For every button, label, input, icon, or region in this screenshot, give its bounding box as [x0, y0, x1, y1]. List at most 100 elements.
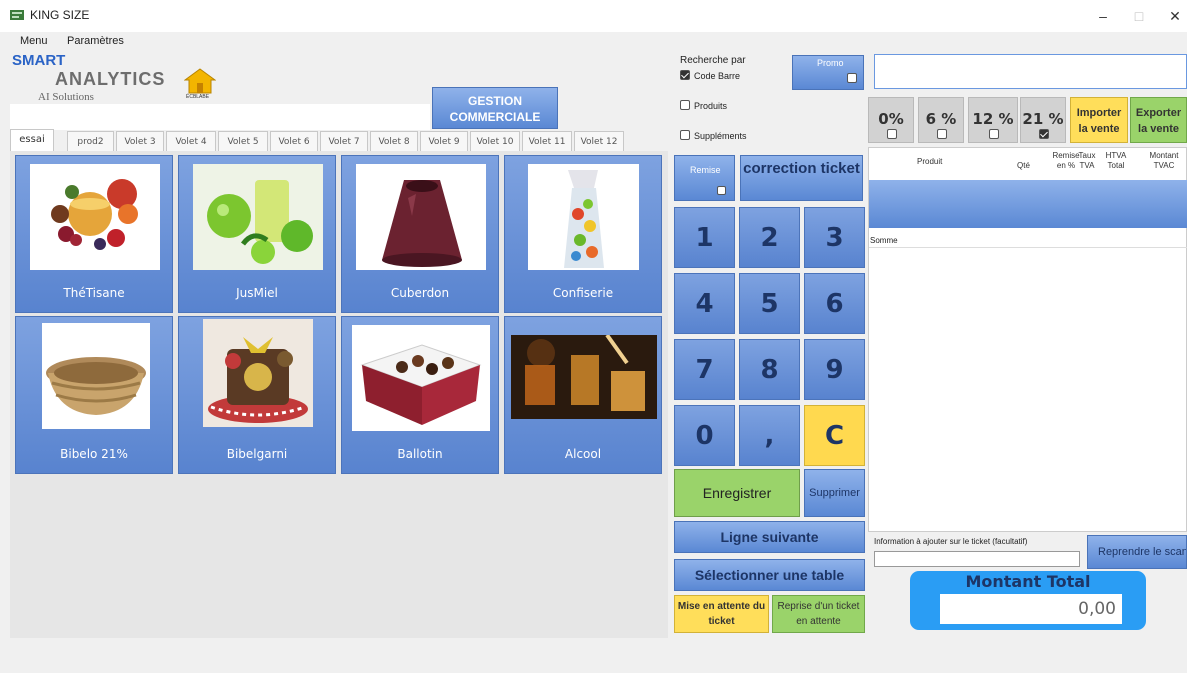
tab-volet-4[interactable]: Volet 4: [166, 131, 216, 152]
reprendre-scan-button[interactable]: Reprendre le scan: [1087, 535, 1187, 569]
checkbox-icon: [680, 100, 690, 110]
tva-0-checkbox[interactable]: [887, 129, 897, 139]
selectionner-table-button[interactable]: Sélectionner une table: [674, 559, 865, 591]
product-cuberdon[interactable]: Cuberdon: [341, 155, 499, 313]
promo-button[interactable]: Promo: [792, 55, 864, 90]
tva-6-button[interactable]: 6 %: [918, 97, 964, 143]
app-icon: [10, 10, 24, 20]
product-ballotin[interactable]: Ballotin: [341, 316, 499, 474]
key-2[interactable]: 2: [739, 207, 800, 268]
import-line2: la vente: [1078, 123, 1120, 135]
remise-button[interactable]: Remise: [674, 155, 735, 201]
tva-6-checkbox[interactable]: [937, 129, 947, 139]
product-alcool[interactable]: Alcool: [504, 316, 662, 474]
tab-prod2[interactable]: prod2: [67, 131, 114, 152]
tab-volet-11[interactable]: Volet 11: [522, 131, 572, 152]
juice-apples-image: [193, 164, 323, 270]
column-header-taux: Taux TVA: [1078, 151, 1096, 170]
export-line1: Exporter: [1135, 107, 1182, 119]
key-clear[interactable]: C: [804, 405, 865, 466]
code-barre-checkbox[interactable]: Code Barre: [680, 70, 740, 81]
tab-essai[interactable]: essai: [10, 129, 54, 152]
enregistrer-button[interactable]: Enregistrer: [674, 469, 800, 517]
tab-volet-12[interactable]: Volet 12: [574, 131, 624, 152]
tab-volet-8[interactable]: Volet 8: [370, 131, 418, 152]
product-label: Confiserie: [552, 286, 614, 300]
product-bibelo-21[interactable]: Bibelo 21%: [15, 316, 173, 474]
key-8[interactable]: 8: [739, 339, 800, 400]
produits-label: Produits: [694, 101, 728, 111]
key-4[interactable]: 4: [674, 273, 735, 334]
tab-volet-10[interactable]: Volet 10: [470, 131, 520, 152]
key-9[interactable]: 9: [804, 339, 865, 400]
ligne-suivante-button[interactable]: Ligne suivante: [674, 521, 865, 553]
code-barre-label: Code Barre: [694, 71, 741, 81]
gift-basket-image: [203, 319, 313, 427]
tva-label: 0%: [878, 110, 904, 128]
product-the-tisane[interactable]: ThéTisane: [15, 155, 173, 313]
column-header-produit: Produit: [917, 157, 943, 166]
promo-checkbox[interactable]: [847, 73, 857, 83]
import-sale-button[interactable]: Importer la vente: [1070, 97, 1128, 143]
reprise-ticket-button[interactable]: Reprise d'un ticket en attente: [772, 595, 865, 633]
basket-image: [42, 323, 150, 429]
liquor-glass-image: [511, 333, 657, 419]
tva-12-checkbox[interactable]: [989, 129, 999, 139]
logo-smart: SMART: [12, 52, 66, 69]
remise-label: Remise: [690, 165, 721, 175]
export-sale-button[interactable]: Exporter la vente: [1130, 97, 1187, 143]
home-label: ÉCBLABE: [186, 94, 210, 100]
tva-12-button[interactable]: 12 %: [968, 97, 1018, 143]
product-label: Alcool: [564, 447, 602, 461]
supplements-label: Suppléments: [694, 131, 747, 141]
ticket-info-input[interactable]: [874, 551, 1080, 567]
ticket-selected-row[interactable]: [869, 180, 1187, 228]
maximize-button[interactable]: □: [1122, 4, 1156, 28]
product-label: Cuberdon: [390, 286, 450, 300]
key-comma[interactable]: ,: [739, 405, 800, 466]
tab-volet-3[interactable]: Volet 3: [116, 131, 164, 152]
minimize-button[interactable]: –: [1086, 4, 1120, 28]
tab-volet-6[interactable]: Volet 6: [270, 131, 318, 152]
close-button[interactable]: ✕: [1158, 4, 1187, 28]
menu-item-menu[interactable]: Menu: [20, 35, 48, 47]
tva-0-button[interactable]: 0%: [868, 97, 914, 143]
key-7[interactable]: 7: [674, 339, 735, 400]
tva-21-checkbox[interactable]: [1039, 129, 1049, 139]
product-bibelgarni[interactable]: Bibelgarni: [178, 316, 336, 474]
tab-volet-7[interactable]: Volet 7: [320, 131, 368, 152]
key-1[interactable]: 1: [674, 207, 735, 268]
key-0[interactable]: 0: [674, 405, 735, 466]
montant-total-label: Montant Total: [965, 572, 1091, 591]
checkbox-icon: [680, 130, 690, 140]
chocolate-box-image: [352, 325, 490, 431]
key-3[interactable]: 3: [804, 207, 865, 268]
tab-volet-9[interactable]: Volet 9: [420, 131, 468, 152]
remise-checkbox[interactable]: [717, 186, 726, 195]
tva-21-button[interactable]: 21 %: [1020, 97, 1066, 143]
supplements-checkbox[interactable]: Suppléments: [680, 130, 747, 141]
logo-tagline: AI Solutions: [38, 91, 94, 103]
key-6[interactable]: 6: [804, 273, 865, 334]
divider: [869, 247, 1187, 248]
correction-ticket-button[interactable]: correction ticket: [740, 155, 863, 201]
candy-bag-image: [528, 164, 639, 270]
mise-en-attente-button[interactable]: Mise en attente du ticket: [674, 595, 769, 633]
import-line1: Importer: [1076, 107, 1122, 119]
gestion-commerciale-button[interactable]: GESTION COMMERCIALE: [432, 87, 558, 129]
product-label: Ballotin: [397, 447, 443, 461]
product-label: ThéTisane: [63, 286, 125, 300]
produits-checkbox[interactable]: Produits: [680, 100, 727, 111]
tva-label: 12 %: [972, 110, 1014, 128]
product-panel: ThéTisane JusMiel Cuberdon Confiserie Bi…: [10, 151, 668, 638]
tab-volet-5[interactable]: Volet 5: [218, 131, 268, 152]
product-label: JusMiel: [236, 286, 278, 300]
menu-item-parametres[interactable]: Paramètres: [67, 35, 124, 47]
product-jus-miel[interactable]: JusMiel: [178, 155, 336, 313]
key-5[interactable]: 5: [739, 273, 800, 334]
home-icon[interactable]: [184, 68, 216, 94]
export-line2: la vente: [1138, 123, 1179, 135]
product-confiserie[interactable]: Confiserie: [504, 155, 662, 313]
barcode-search-input[interactable]: [874, 54, 1187, 89]
supprimer-button[interactable]: Supprimer: [804, 469, 865, 517]
